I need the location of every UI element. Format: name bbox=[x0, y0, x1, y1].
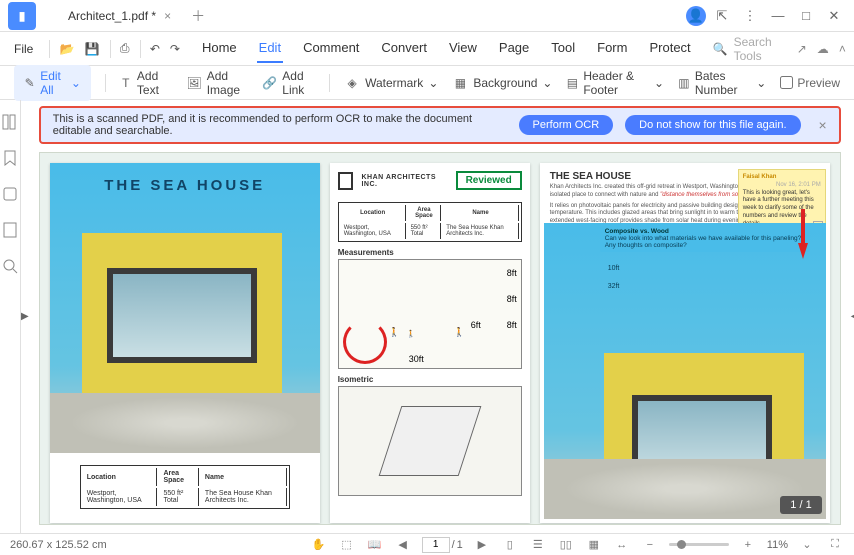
bookmark-panel-icon[interactable] bbox=[0, 148, 20, 168]
fullscreen-icon[interactable]: ⛶ bbox=[826, 536, 844, 554]
menu-page[interactable]: Page bbox=[497, 34, 531, 63]
external-link-icon[interactable]: ↗ bbox=[797, 38, 807, 60]
watermark-button[interactable]: ◈Watermark⌄ bbox=[344, 75, 438, 91]
page-indicator: 1 / 1 bbox=[780, 496, 821, 514]
zoom-value: 11% bbox=[767, 539, 788, 551]
prev-page-icon[interactable]: ◀ bbox=[394, 536, 412, 554]
markup-circle bbox=[343, 320, 387, 364]
ocr-banner: This is a scanned PDF, and it is recomme… bbox=[39, 106, 841, 144]
print-icon[interactable]: ⎙ bbox=[120, 38, 130, 60]
menu-edit[interactable]: Edit bbox=[257, 34, 283, 63]
page1-title: THE SEA HOUSE bbox=[50, 177, 320, 194]
isometric-label: Isometric bbox=[338, 375, 522, 384]
cloud-icon[interactable]: ☁ bbox=[817, 38, 829, 60]
page-3: THE SEA HOUSE Khan Architects Inc. creat… bbox=[540, 163, 830, 523]
open-icon[interactable]: 📂 bbox=[60, 38, 75, 60]
bates-number-button[interactable]: ▥Bates Number⌄ bbox=[678, 69, 766, 97]
share-icon[interactable]: ⇱ bbox=[710, 4, 734, 28]
document-tab[interactable]: Architect_1.pdf * × bbox=[56, 2, 183, 30]
zoom-slider[interactable] bbox=[669, 543, 729, 546]
add-link-button[interactable]: 🔗Add Link bbox=[262, 69, 315, 97]
text-icon: T bbox=[120, 75, 132, 91]
close-window-icon[interactable]: ✕ bbox=[822, 4, 846, 28]
image-icon: 🖼 bbox=[186, 75, 201, 91]
close-banner-icon[interactable]: × bbox=[819, 117, 827, 133]
edit-all-button[interactable]: ✎ Edit All⌄ bbox=[14, 65, 91, 101]
search-placeholder[interactable]: Search Tools bbox=[734, 35, 779, 63]
search-panel-icon[interactable] bbox=[0, 256, 20, 276]
thumbnails-panel-icon[interactable] bbox=[0, 112, 20, 132]
next-page-icon[interactable]: ▶ bbox=[473, 536, 491, 554]
redo-icon[interactable]: ↷ bbox=[170, 38, 180, 60]
measurements-label: Measurements bbox=[338, 248, 522, 257]
menu-convert[interactable]: Convert bbox=[379, 34, 429, 63]
bates-icon: ▥ bbox=[678, 75, 690, 91]
minimize-icon[interactable]: — bbox=[766, 4, 790, 28]
user-avatar[interactable]: 👤 bbox=[686, 6, 706, 26]
isometric-figure bbox=[338, 386, 522, 496]
document-canvas[interactable]: ▣ THE SEA HOUSE LocationArea SpaceName W… bbox=[39, 152, 841, 525]
expand-left-icon[interactable]: ▶ bbox=[21, 100, 29, 533]
single-page-icon[interactable]: ▯ bbox=[501, 536, 519, 554]
page-number-input[interactable]: /1 bbox=[422, 537, 463, 553]
tab-title: Architect_1.pdf * bbox=[68, 9, 156, 23]
page2-info-table: LocationArea SpaceName Westport, Washing… bbox=[338, 202, 522, 242]
menu-form[interactable]: Form bbox=[595, 34, 629, 63]
app-logo: ▮ bbox=[8, 2, 36, 30]
fit-width-icon[interactable]: ↔ bbox=[613, 536, 631, 554]
page1-info-table: LocationArea SpaceName Westport, Washing… bbox=[80, 465, 290, 509]
kebab-menu-icon[interactable]: ⋮ bbox=[738, 4, 762, 28]
khan-logo-icon bbox=[338, 172, 354, 190]
save-icon[interactable]: 💾 bbox=[85, 38, 100, 60]
link-icon: 🔗 bbox=[262, 75, 277, 91]
attachment-panel-icon[interactable] bbox=[0, 184, 20, 204]
maximize-icon[interactable]: □ bbox=[794, 4, 818, 28]
comment-callout[interactable]: Composite vs. Wood Can we look into what… bbox=[600, 225, 810, 252]
close-tab-icon[interactable]: × bbox=[164, 9, 171, 23]
preview-toggle[interactable]: Preview bbox=[780, 76, 840, 90]
new-tab-button[interactable]: ＋ bbox=[191, 6, 205, 26]
background-button[interactable]: ▦Background⌄ bbox=[452, 75, 552, 91]
measurements-figure: 8ft 8ft 8ft 6ft 30ft 🚶 🚶 🚶 bbox=[338, 259, 522, 369]
ocr-message: This is a scanned PDF, and it is recomme… bbox=[53, 113, 507, 137]
preview-checkbox[interactable] bbox=[780, 76, 793, 89]
zoom-dropdown-icon[interactable]: ⌄ bbox=[798, 536, 816, 554]
watermark-icon: ◈ bbox=[344, 75, 360, 91]
header-footer-icon: ▤ bbox=[566, 75, 578, 91]
dismiss-ocr-button[interactable]: Do not show for this file again. bbox=[625, 115, 800, 135]
continuous-icon[interactable]: ☰ bbox=[529, 536, 547, 554]
page-1: THE SEA HOUSE LocationArea SpaceName Wes… bbox=[50, 163, 320, 523]
search-icon[interactable]: 🔍 bbox=[713, 38, 728, 60]
two-continuous-icon[interactable]: ▦ bbox=[585, 536, 603, 554]
file-menu[interactable]: File bbox=[8, 42, 39, 56]
zoom-in-icon[interactable]: + bbox=[739, 536, 757, 554]
pencil-icon: ✎ bbox=[24, 75, 35, 91]
add-text-button[interactable]: TAdd Text bbox=[120, 69, 173, 97]
field-panel-icon[interactable] bbox=[0, 220, 20, 240]
background-icon: ▦ bbox=[452, 75, 468, 91]
select-tool-icon[interactable]: ⬚ bbox=[338, 536, 356, 554]
menu-tool[interactable]: Tool bbox=[549, 34, 577, 63]
reviewed-stamp: Reviewed bbox=[456, 171, 522, 190]
hand-tool-icon[interactable]: ✋ bbox=[310, 536, 328, 554]
read-mode-icon[interactable]: 📖 bbox=[366, 536, 384, 554]
perform-ocr-button[interactable]: Perform OCR bbox=[519, 115, 614, 135]
page-2: KHAN ARCHITECTS INC. Reviewed LocationAr… bbox=[330, 163, 530, 523]
zoom-out-icon[interactable]: − bbox=[641, 536, 659, 554]
add-image-button[interactable]: 🖼Add Image bbox=[186, 69, 248, 97]
markup-arrow bbox=[798, 243, 808, 259]
header-footer-button[interactable]: ▤Header & Footer⌄ bbox=[566, 69, 664, 97]
menu-home[interactable]: Home bbox=[200, 34, 239, 63]
two-page-icon[interactable]: ▯▯ bbox=[557, 536, 575, 554]
collapse-ribbon-icon[interactable]: ˄ bbox=[839, 38, 846, 60]
menu-comment[interactable]: Comment bbox=[301, 34, 361, 63]
cursor-coords: 260.67 x 125.52 cm bbox=[10, 539, 107, 551]
menu-protect[interactable]: Protect bbox=[647, 34, 692, 63]
company-name: KHAN ARCHITECTS INC. bbox=[361, 174, 439, 188]
menu-view[interactable]: View bbox=[447, 34, 479, 63]
undo-icon[interactable]: ↶ bbox=[150, 38, 160, 60]
